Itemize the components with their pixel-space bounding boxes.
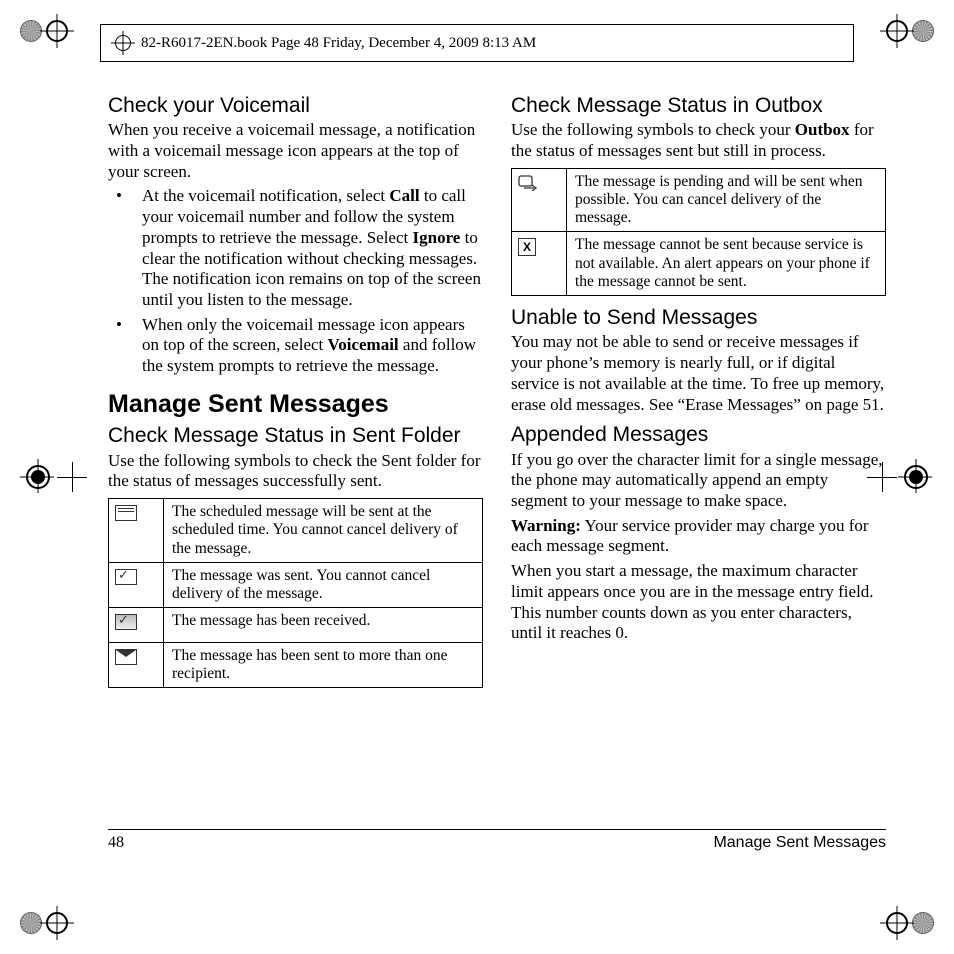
status-icon-cell: X <box>512 232 567 296</box>
para-outbox: Use the following symbols to check your … <box>511 120 886 161</box>
para-unable: You may not be able to send or receive m… <box>511 332 886 415</box>
left-column: Check your Voicemail When you receive a … <box>108 94 483 864</box>
para-appended-3: When you start a message, the maximum ch… <box>511 561 886 644</box>
footer-section-title: Manage Sent Messages <box>713 834 886 852</box>
crop-mark-tr <box>886 20 934 42</box>
running-header: 82-R6017-2EN.book Page 48 Friday, Decemb… <box>100 24 854 62</box>
sent-status-table: The scheduled message will be sent at th… <box>108 498 483 688</box>
status-text-cell: The message is pending and will be sent … <box>567 168 886 232</box>
header-text: 82-R6017-2EN.book Page 48 Friday, Decemb… <box>141 35 536 52</box>
crop-mark-mr <box>904 465 928 489</box>
multi-recipient-icon <box>115 649 137 665</box>
para-sent-folder: Use the following symbols to check the S… <box>108 451 483 492</box>
crop-mark-br <box>886 912 934 934</box>
para-appended-2: Warning: Your service provider may charg… <box>511 516 886 557</box>
status-text-cell: The message has been sent to more than o… <box>164 642 483 688</box>
status-text-cell: The scheduled message will be sent at th… <box>164 499 483 563</box>
header-register-mark-icon <box>115 35 131 51</box>
table-row: The message has been received. <box>109 608 483 642</box>
bullet-item: When only the voicemail message icon app… <box>128 315 483 377</box>
sent-message-icon <box>115 569 137 585</box>
para-voicemail-intro: When you receive a voicemail message, a … <box>108 120 483 182</box>
heading-check-voicemail: Check your Voicemail <box>108 94 483 118</box>
table-row: The message was sent. You cannot cancel … <box>109 562 483 608</box>
status-text-cell: The message was sent. You cannot cancel … <box>164 562 483 608</box>
table-row: The message has been sent to more than o… <box>109 642 483 688</box>
heading-manage-sent: Manage Sent Messages <box>108 391 483 419</box>
heading-appended: Appended Messages <box>511 423 886 447</box>
table-row: The message is pending and will be sent … <box>512 168 886 232</box>
received-message-icon <box>115 614 137 630</box>
bullet-item: At the voicemail notification, select Ca… <box>128 186 483 310</box>
outbox-status-table: The message is pending and will be sent … <box>511 168 886 297</box>
failed-message-icon: X <box>518 238 536 256</box>
status-text-cell: The message cannot be sent because servi… <box>567 232 886 296</box>
heading-unable: Unable to Send Messages <box>511 306 886 330</box>
status-icon-cell <box>512 168 567 232</box>
status-icon-cell <box>109 499 164 563</box>
right-column: Check Message Status in Outbox Use the f… <box>511 94 886 864</box>
heading-outbox: Check Message Status in Outbox <box>511 94 886 118</box>
table-row: X The message cannot be sent because ser… <box>512 232 886 296</box>
crop-mark-bl <box>20 912 68 934</box>
page-number: 48 <box>108 834 124 852</box>
para-appended-1: If you go over the character limit for a… <box>511 450 886 512</box>
scheduled-message-icon <box>115 505 137 521</box>
status-icon-cell <box>109 608 164 642</box>
page-body: Check your Voicemail When you receive a … <box>108 94 886 864</box>
status-icon-cell <box>109 562 164 608</box>
page-footer: 48 Manage Sent Messages <box>108 829 886 852</box>
table-row: The scheduled message will be sent at th… <box>109 499 483 563</box>
crop-mark-ml <box>26 465 50 489</box>
status-text-cell: The message has been received. <box>164 608 483 642</box>
voicemail-bullets: At the voicemail notification, select Ca… <box>108 186 483 377</box>
status-icon-cell <box>109 642 164 688</box>
crop-mark-tl <box>20 20 68 42</box>
heading-sent-folder: Check Message Status in Sent Folder <box>108 424 483 448</box>
pending-message-icon <box>518 175 540 191</box>
